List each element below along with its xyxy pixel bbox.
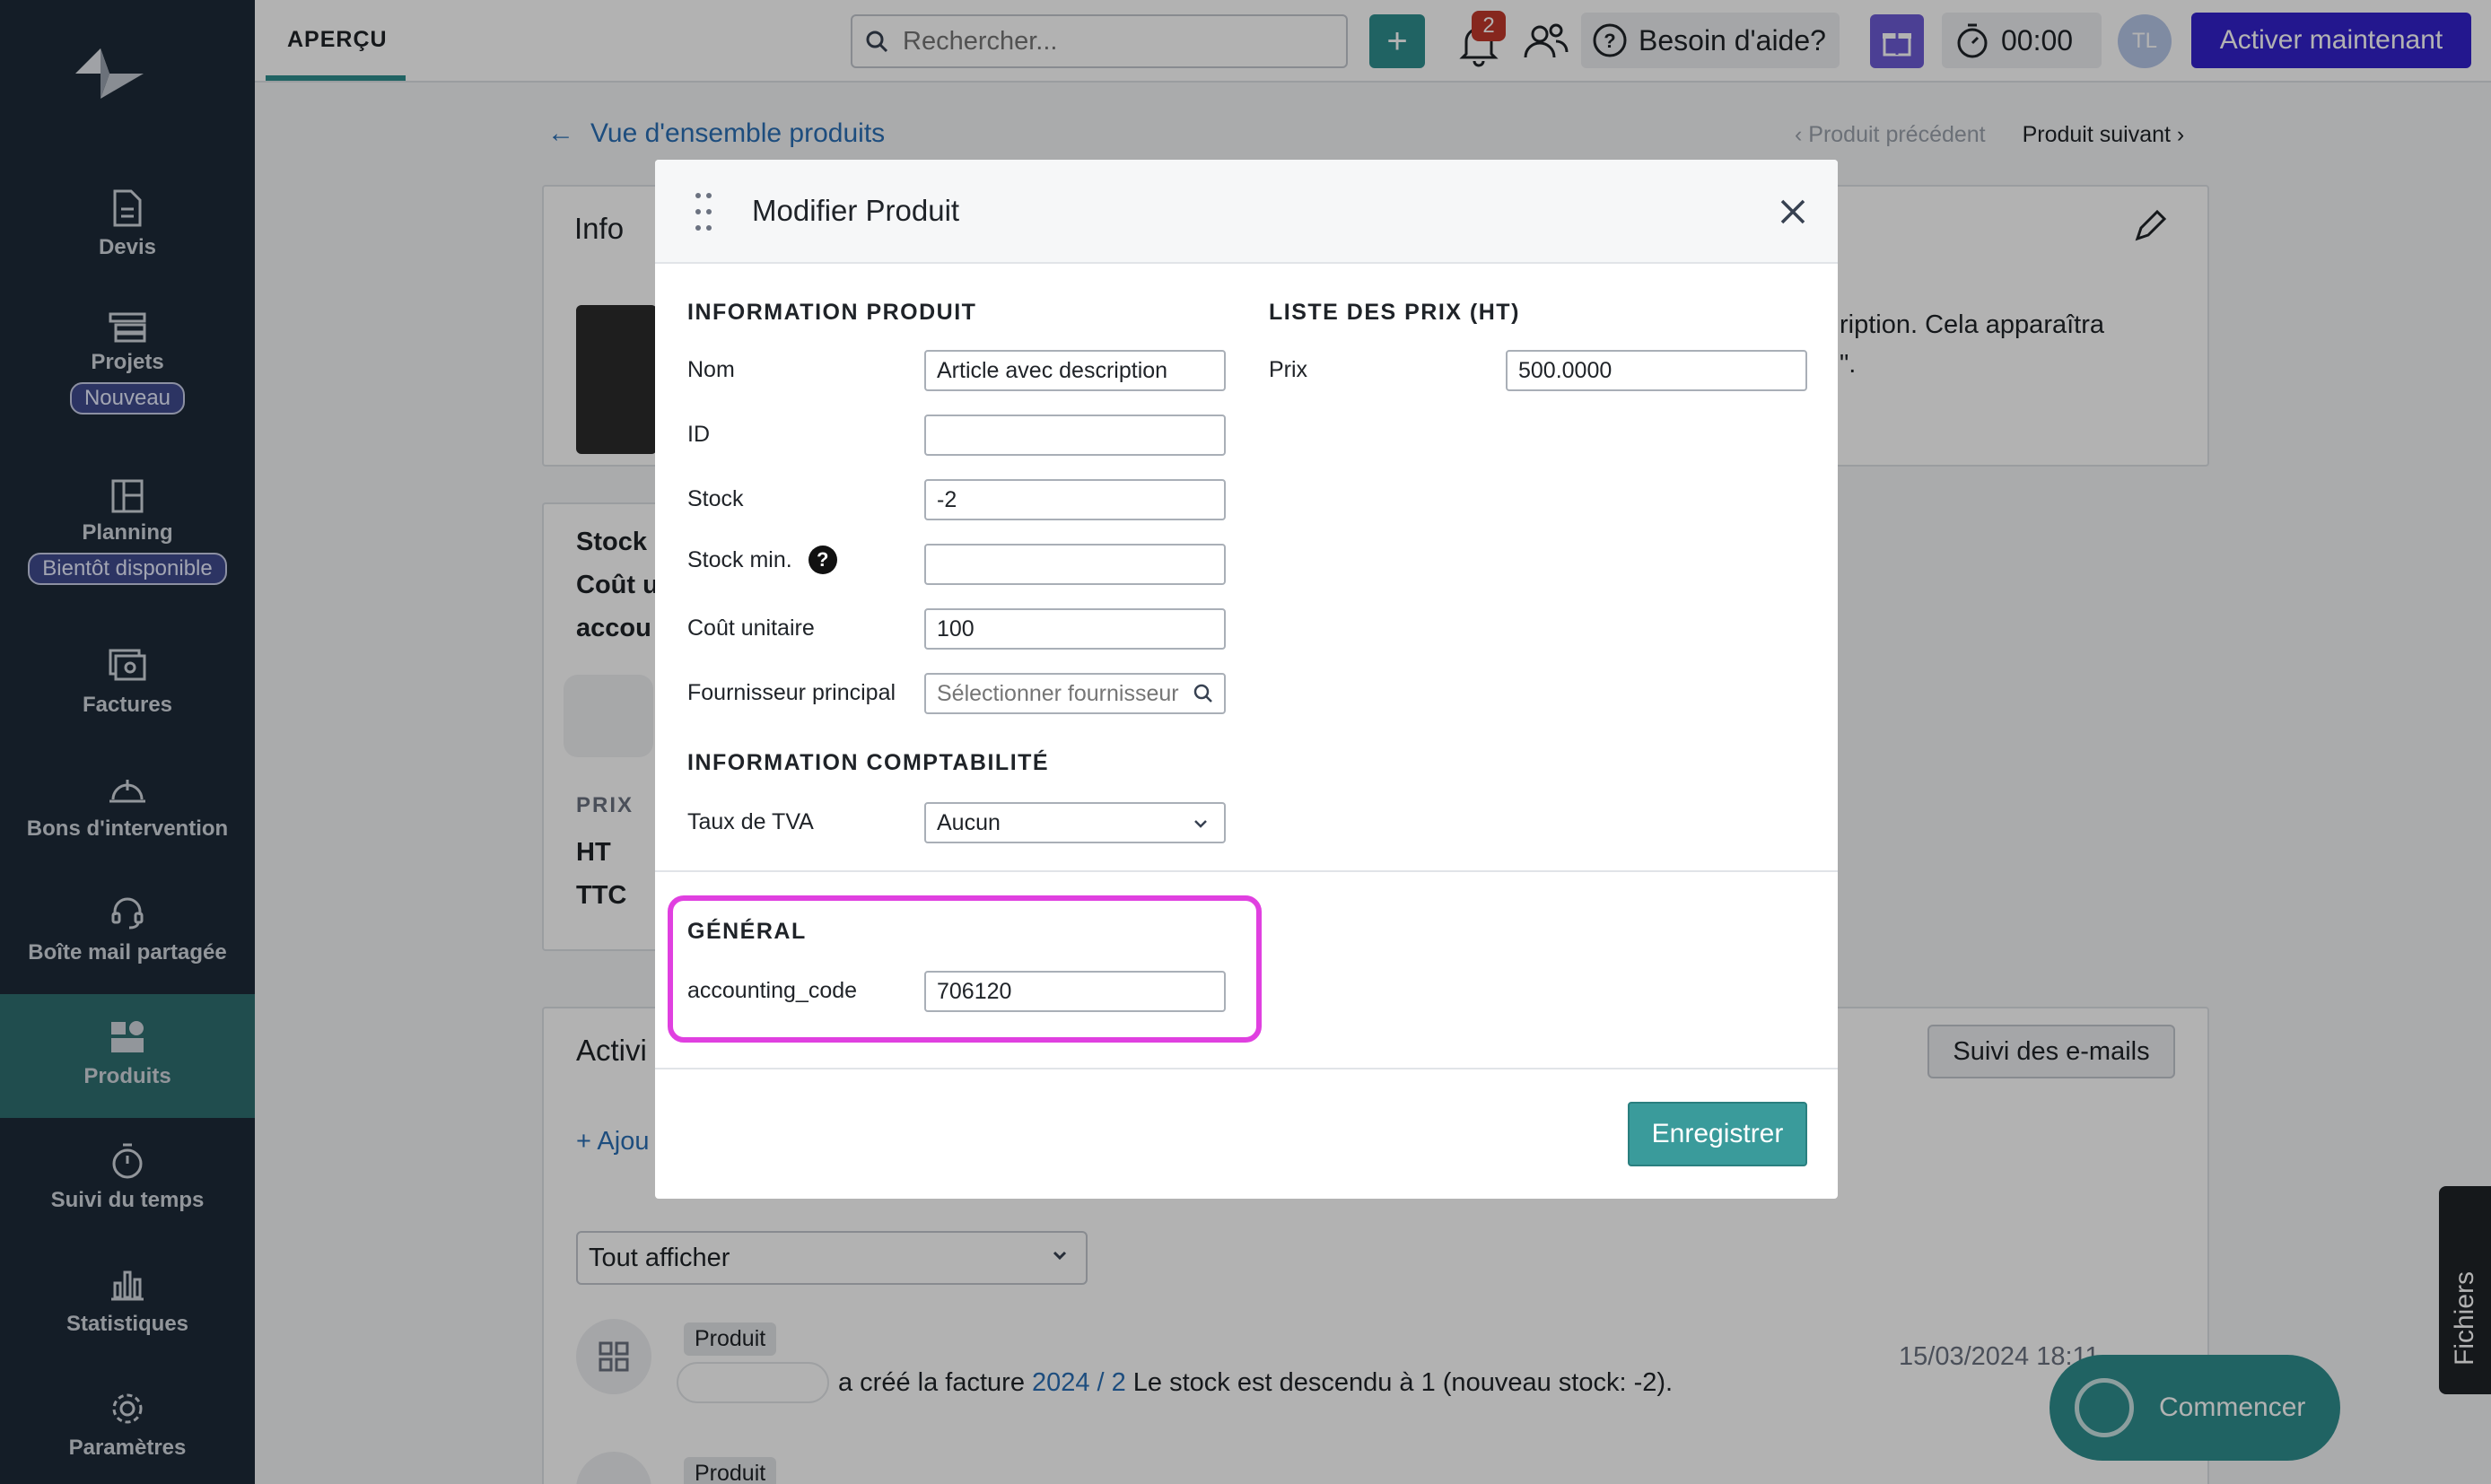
unit-cost-input[interactable] <box>924 608 1226 650</box>
save-button[interactable]: Enregistrer <box>1628 1102 1807 1166</box>
modal-header: Modifier Produit <box>655 160 1838 264</box>
price-list-heading: LISTE DES PRIX (HT) <box>1269 300 1520 325</box>
drag-handle-icon[interactable] <box>695 192 712 231</box>
stock-min-label-row: Stock min. ? <box>687 546 837 574</box>
supplier-search-input[interactable] <box>924 673 1226 714</box>
name-label: Nom <box>687 357 735 382</box>
price-label: Prix <box>1269 357 1308 382</box>
name-input[interactable] <box>924 350 1226 391</box>
footer-divider <box>655 1068 1838 1069</box>
product-info-heading: INFORMATION PRODUIT <box>687 300 977 325</box>
vat-rate-label: Taux de TVA <box>687 809 814 834</box>
main-supplier-label: Fournisseur principal <box>687 680 896 705</box>
stock-label: Stock <box>687 486 744 511</box>
stock-min-label: Stock min. <box>687 546 792 572</box>
vat-rate-value: Aucun <box>937 809 1001 835</box>
stock-min-input[interactable] <box>924 544 1226 585</box>
supplier-field[interactable] <box>924 673 1226 714</box>
modal-title: Modifier Produit <box>752 194 960 227</box>
section-divider <box>655 870 1838 872</box>
accounting-info-heading: INFORMATION COMPTABILITÉ <box>687 750 1050 775</box>
search-icon <box>1193 684 1212 703</box>
stock-input[interactable] <box>924 479 1226 520</box>
chevron-down-icon <box>1194 820 1207 828</box>
unit-cost-label: Coût unitaire <box>687 615 815 641</box>
help-icon[interactable]: ? <box>808 546 837 574</box>
vat-rate-select[interactable]: Aucun <box>924 802 1226 843</box>
id-label: ID <box>687 422 710 447</box>
highlight-box <box>668 895 1262 1043</box>
close-icon[interactable] <box>1775 194 1811 230</box>
id-input[interactable] <box>924 415 1226 456</box>
price-input[interactable] <box>1506 350 1807 391</box>
edit-product-modal: Modifier Produit INFORMATION PRODUIT LIS… <box>655 160 1838 1199</box>
